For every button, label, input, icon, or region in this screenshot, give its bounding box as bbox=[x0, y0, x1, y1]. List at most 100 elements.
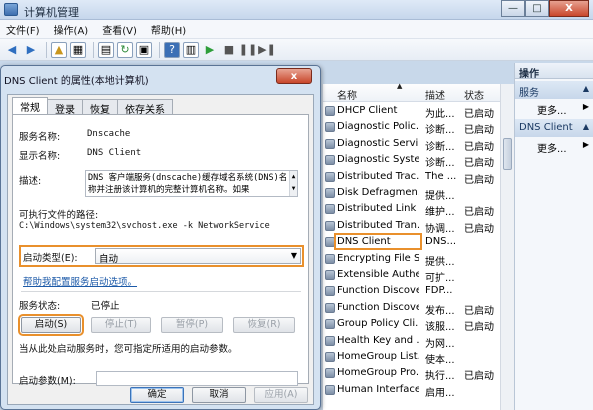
service-gear-icon bbox=[325, 155, 335, 166]
service-description: 为此... bbox=[425, 109, 455, 120]
back-arrow-icon[interactable]: ◀ bbox=[4, 42, 20, 58]
cancel-button[interactable]: 取消 bbox=[192, 387, 246, 403]
service-row[interactable]: Diagnostic Polic... 诊断... 已启动 bbox=[323, 119, 501, 136]
actions-section-title: 服务 bbox=[519, 88, 539, 99]
pause-service-icon[interactable]: ❚❚ bbox=[239, 42, 257, 58]
service-row[interactable]: HomeGroup List... 使本... bbox=[323, 349, 501, 366]
service-name: Diagnostic Syste... bbox=[337, 154, 419, 166]
dialog-close-button[interactable]: x bbox=[276, 68, 312, 84]
service-gear-icon bbox=[325, 335, 335, 346]
column-description[interactable]: 描述 bbox=[425, 87, 445, 102]
maximize-button[interactable]: □ bbox=[525, 0, 549, 17]
description-text: DNS 客户端服务(dnscache)缓存域名系统(DNS)名称并注册该计算机的… bbox=[88, 173, 288, 195]
actions-section-dns-client[interactable]: DNS Client ▲ bbox=[515, 119, 593, 137]
tab-general[interactable]: 常规 bbox=[12, 97, 48, 114]
menu-bar: 文件(F) 操作(A) 查看(V) 帮助(H) bbox=[0, 20, 593, 39]
service-gear-icon bbox=[325, 302, 335, 313]
service-row[interactable]: Distributed Link ... 维护... 已启动 bbox=[323, 201, 501, 219]
service-row[interactable]: Encrypting File S... 提供... bbox=[323, 251, 501, 268]
refresh-icon[interactable]: ↻ bbox=[117, 41, 133, 58]
menu-view[interactable]: 查看(V) bbox=[102, 22, 137, 37]
services-list: 名称 ▲ 描述 状态 DHCP Client 为此... 已启动 Diagnostic… bbox=[322, 82, 501, 410]
startup-type-select[interactable]: 自动 ▼ bbox=[95, 248, 301, 265]
apply-button[interactable]: 应用(A) bbox=[254, 387, 308, 403]
service-row[interactable]: Function Discove... 发布... 已启动 bbox=[323, 300, 501, 317]
more-actions-services[interactable]: 更多... ▶ bbox=[515, 99, 593, 117]
window-titlebar: 计算机管理 — □ X bbox=[0, 0, 593, 20]
service-row[interactable]: Distributed Trac... The ... 已启动 bbox=[323, 169, 501, 186]
help-configure-link[interactable]: 帮助我配置服务启动选项。 bbox=[23, 274, 137, 288]
service-row[interactable]: Extensible Authe... 可扩... bbox=[323, 267, 501, 284]
stop-button[interactable]: 停止(T) bbox=[91, 317, 151, 333]
description-scrollbar[interactable]: ▲ ▼ bbox=[289, 171, 297, 196]
export-list-icon[interactable]: ▣ bbox=[136, 41, 152, 58]
start-params-input[interactable] bbox=[96, 371, 298, 386]
scrollbar-thumb[interactable] bbox=[503, 138, 512, 170]
service-name: Encrypting File S... bbox=[337, 252, 419, 264]
service-row[interactable]: DHCP Client 为此... 已启动 bbox=[323, 103, 501, 120]
service-name: Extensible Authe... bbox=[337, 269, 419, 280]
service-row[interactable]: Diagnostic Syste... 诊断... 已启动 bbox=[323, 152, 501, 169]
service-status: 已启动 bbox=[464, 371, 494, 383]
more-actions-dns-client[interactable]: 更多... ▶ bbox=[515, 137, 593, 155]
service-row[interactable]: DNS Client DNS... bbox=[323, 233, 501, 251]
service-gear-icon bbox=[325, 188, 335, 198]
tab-dependencies[interactable]: 依存关系 bbox=[117, 99, 173, 116]
column-status[interactable]: 状态 bbox=[464, 87, 484, 102]
help-icon[interactable]: ? bbox=[164, 41, 180, 58]
collapse-up-icon: ▲ bbox=[582, 122, 589, 131]
display-name-label: 显示名称: bbox=[19, 151, 61, 162]
tab-logon[interactable]: 登录 bbox=[47, 99, 83, 116]
up-folder-icon[interactable]: ▲ bbox=[51, 41, 67, 58]
column-name[interactable]: 名称 bbox=[337, 87, 357, 102]
dialog-body: 常规 登录 恢复 依存关系 服务名称: Dnscache 显示名称: DNS C… bbox=[7, 94, 314, 405]
service-row[interactable]: Group Policy Cli... 该服... 已启动 bbox=[323, 316, 501, 333]
description-label: 描述: bbox=[19, 176, 42, 187]
menu-help[interactable]: 帮助(H) bbox=[151, 22, 186, 37]
collapse-up-icon: ▲ bbox=[582, 84, 589, 93]
service-gear-icon bbox=[325, 319, 335, 330]
pause-button[interactable]: 暂停(P) bbox=[161, 317, 223, 333]
start-service-icon[interactable]: ▶ bbox=[202, 42, 218, 58]
description-box[interactable]: DNS 客户端服务(dnscache)缓存域名系统(DNS)名称并注册该计算机的… bbox=[85, 170, 298, 197]
service-description: 执行... bbox=[425, 371, 455, 383]
service-row[interactable]: HomeGroup Pro... 执行... 已启动 bbox=[323, 365, 501, 383]
more-actions-label: 更多... bbox=[537, 106, 567, 117]
menu-file[interactable]: 文件(F) bbox=[6, 22, 40, 37]
minimize-button[interactable]: — bbox=[501, 0, 525, 17]
close-button[interactable]: X bbox=[549, 0, 589, 17]
services-scrollbar[interactable] bbox=[500, 84, 514, 410]
service-gear-icon bbox=[325, 384, 335, 395]
tab-recovery[interactable]: 恢复 bbox=[82, 99, 118, 116]
service-gear-icon bbox=[325, 237, 335, 248]
toolbar-separator bbox=[159, 41, 160, 58]
properties-icon[interactable]: ▤ bbox=[98, 41, 114, 58]
service-status-value: 已停止 bbox=[91, 301, 120, 312]
ok-button[interactable]: 确定 bbox=[130, 387, 184, 403]
forward-arrow-icon[interactable]: ▶ bbox=[23, 42, 39, 58]
service-row[interactable]: Human Interface... 启用... bbox=[323, 382, 501, 399]
service-status: 已启动 bbox=[464, 141, 494, 153]
stop-service-icon[interactable]: ■ bbox=[221, 42, 237, 58]
service-name: HomeGroup List... bbox=[337, 351, 419, 362]
start-button[interactable]: 启动(S) bbox=[18, 314, 84, 336]
actions-section-services[interactable]: 服务 ▲ bbox=[515, 81, 593, 99]
service-row[interactable]: Function Discove... FDP... bbox=[323, 283, 501, 299]
service-row[interactable]: Disk Defragmen... 提供... bbox=[323, 185, 501, 202]
console-icon[interactable]: ▥ bbox=[183, 41, 199, 58]
service-row[interactable]: Health Key and ... 为网... bbox=[323, 333, 501, 350]
menu-action[interactable]: 操作(A) bbox=[54, 22, 89, 37]
resume-button[interactable]: 恢复(R) bbox=[233, 317, 295, 333]
show-tree-icon[interactable]: ▦ bbox=[70, 41, 86, 58]
service-description: 可扩... bbox=[425, 273, 455, 284]
start-hint-text: 当从此处启动服务时，您可指定所适用的启动参数。 bbox=[19, 344, 238, 355]
restart-service-icon[interactable]: ▶❚ bbox=[258, 42, 276, 58]
service-name-label: 服务名称: bbox=[19, 132, 61, 143]
service-row[interactable]: Diagnostic Servi... 诊断... 已启动 bbox=[323, 136, 501, 153]
service-name: Distributed Tran... bbox=[337, 219, 419, 231]
window-title: 计算机管理 bbox=[24, 6, 79, 19]
service-gear-icon bbox=[325, 286, 335, 297]
dialog-tabs: 常规 登录 恢复 依存关系 bbox=[12, 97, 173, 116]
service-row[interactable]: Distributed Tran... 协调... 已启动 bbox=[323, 218, 501, 235]
service-status: 已启动 bbox=[464, 207, 494, 219]
